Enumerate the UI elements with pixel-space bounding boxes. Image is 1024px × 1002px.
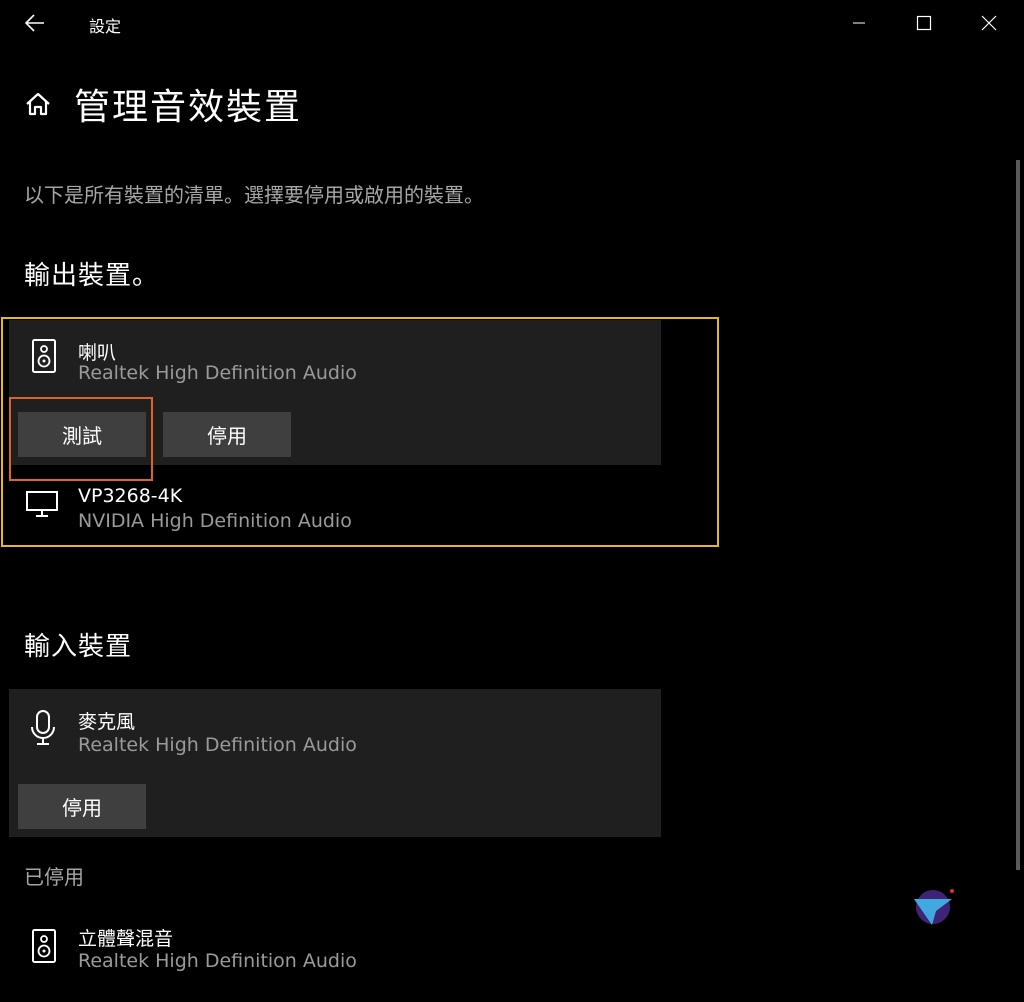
page-description: 以下是所有裝置的清單。選擇要停用或啟用的裝置。 — [24, 183, 484, 207]
maximize-button[interactable] — [901, 8, 947, 38]
back-button[interactable] — [22, 10, 48, 36]
page-title: 管理音效裝置 — [74, 87, 303, 128]
disable-button[interactable]: 停用 — [18, 784, 146, 829]
window-title: 設定 — [89, 17, 122, 36]
disabled-device-row-stereo-mix[interactable]: 立體聲混音 Realtek High Definition Audio — [9, 918, 661, 982]
maximize-icon — [916, 15, 932, 31]
watermark-logo-icon — [914, 889, 954, 925]
highlight-box-test — [9, 397, 153, 481]
speaker-icon — [32, 929, 56, 963]
device-name: 麥克風 — [78, 711, 136, 733]
device-driver: Realtek High Definition Audio — [78, 950, 357, 972]
device-name: 立體聲混音 — [78, 928, 174, 950]
input-devices-heading: 輸入裝置 — [24, 632, 133, 662]
device-driver: Realtek High Definition Audio — [78, 734, 357, 756]
output-devices-heading: 輸出裝置。 — [24, 261, 160, 291]
disabled-devices-heading: 已停用 — [24, 865, 84, 889]
scrollbar[interactable] — [1016, 160, 1020, 870]
minimize-icon — [853, 22, 865, 24]
close-icon — [981, 15, 997, 31]
home-icon[interactable] — [24, 90, 52, 118]
input-device-card-microphone[interactable]: 麥克風 Realtek High Definition Audio 停用 — [9, 689, 661, 837]
microphone-icon — [31, 710, 55, 745]
minimize-button[interactable] — [836, 8, 882, 38]
back-arrow-icon — [24, 14, 44, 32]
close-button[interactable] — [966, 8, 1012, 38]
